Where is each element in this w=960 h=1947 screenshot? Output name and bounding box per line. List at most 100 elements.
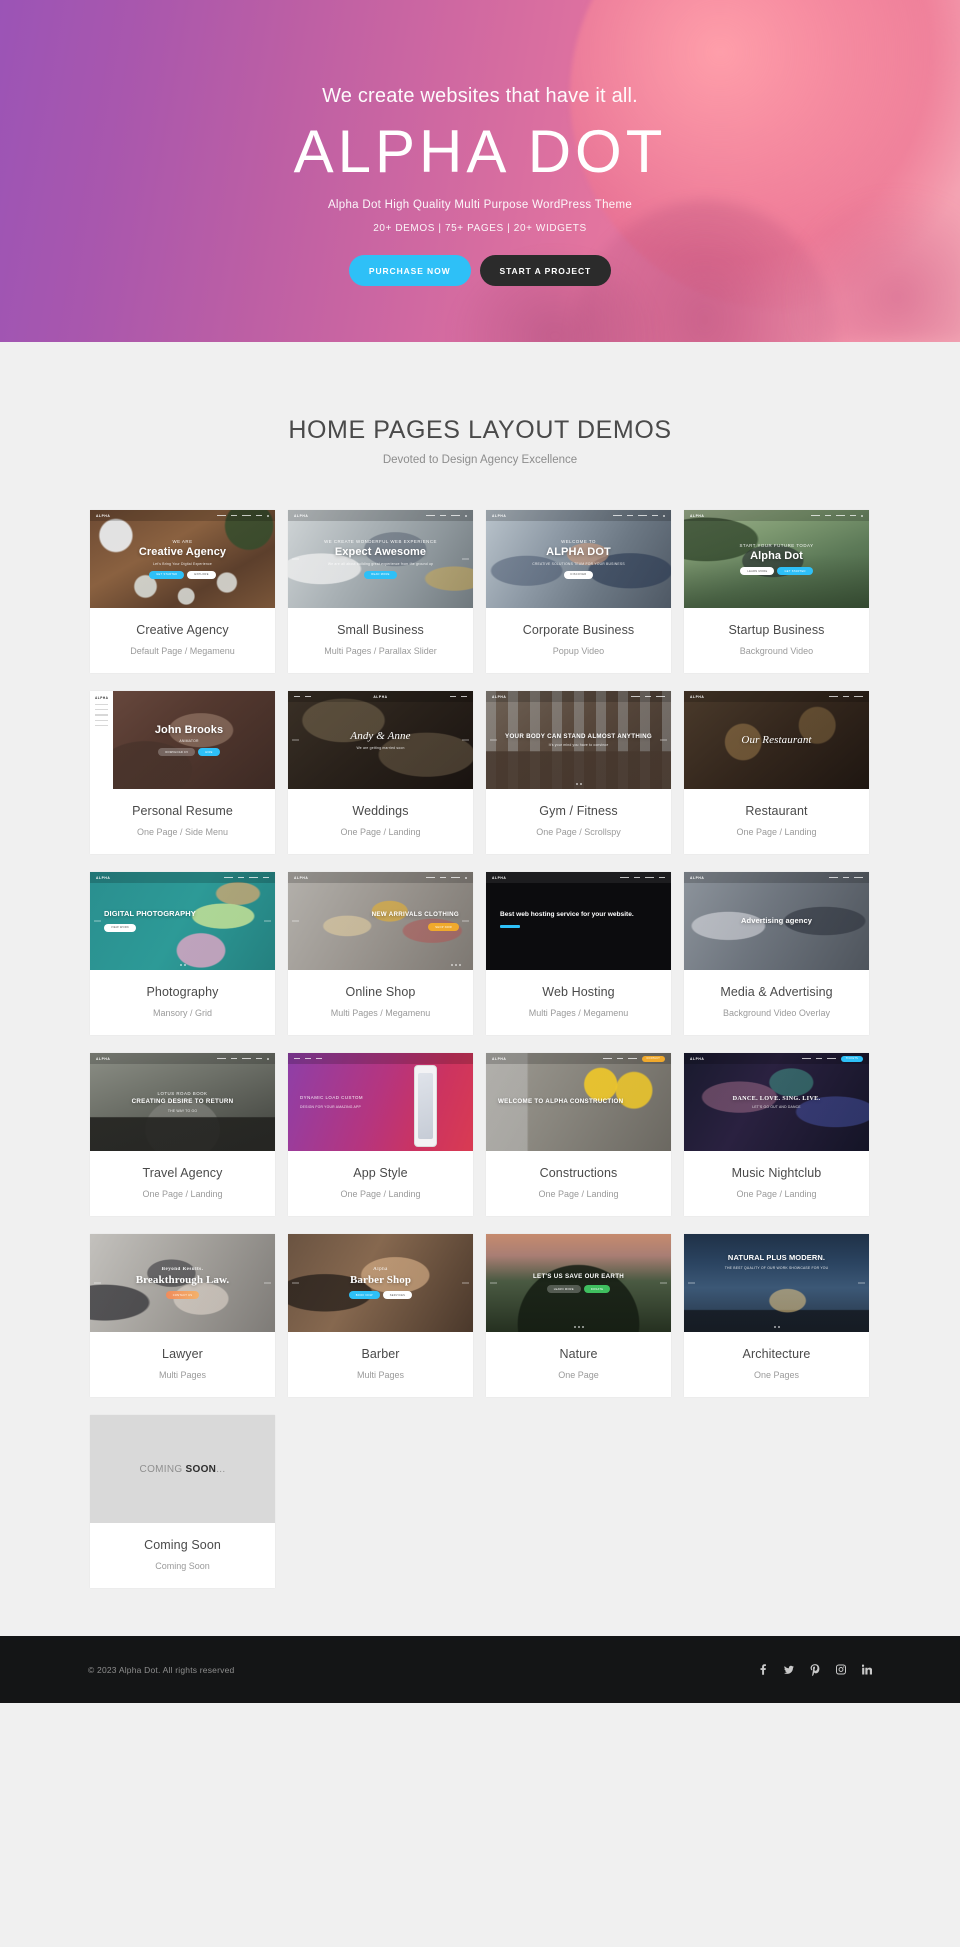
thumb-headline: DIGITAL PHOTOGRAPHY: [104, 909, 196, 919]
thumb-overlay: LOTUS ROAD BOOK CREATING DESIRE TO RETUR…: [90, 1053, 275, 1151]
demo-card-body: Photography Mansory / Grid: [90, 970, 275, 1035]
demo-thumbnail[interactable]: ALPHA NEW ARRIVALS CLOTHING SHOP NOW: [288, 872, 473, 970]
demo-card-corporate-business[interactable]: ALPHA WELCOME TO ALPHA DOT CREATIVE SOLU…: [486, 510, 671, 673]
demo-card-coming-soon[interactable]: COMING SOON... Coming Soon Coming Soon: [90, 1415, 275, 1588]
pinterest-icon[interactable]: [810, 1663, 820, 1676]
demo-subtitle: Default Page / Megamenu: [130, 646, 235, 656]
demo-card-creative-agency[interactable]: ALPHA We are Creative Agency Let's Bring…: [90, 510, 275, 673]
thumb-desc: Let's Bring Your Digital Experience: [153, 561, 212, 566]
mini-navbar: ALPHA CONTACT: [486, 1053, 671, 1064]
demo-card-photography[interactable]: ALPHA DIGITAL PHOTOGRAPHY VIEW WORK Phot…: [90, 872, 275, 1035]
thumb-overlay: LET'S US SAVE OUR EARTH LEARN MORE DONAT…: [486, 1234, 671, 1332]
thumb-buttons: GET STARTED EXPLORE: [149, 570, 216, 579]
demo-thumbnail[interactable]: Alpha Barber Shop BOOK NOW SERVICES: [288, 1234, 473, 1332]
demo-title: Personal Resume: [132, 804, 233, 818]
slider-dots[interactable]: [573, 1326, 584, 1328]
demo-card-barber[interactable]: Alpha Barber Shop BOOK NOW SERVICES Barb…: [288, 1234, 473, 1397]
slider-dots[interactable]: [451, 964, 461, 966]
demo-card-architecture[interactable]: NATURAL PLUS MODERN. THE BEST QUALITY OF…: [684, 1234, 869, 1397]
mini-logo: ALPHA: [95, 696, 109, 700]
thumb-overlay: YOUR BODY CAN STAND ALMOST ANYTHING It's…: [486, 691, 671, 789]
demo-subtitle: One Page / Landing: [538, 1189, 619, 1199]
demo-thumbnail[interactable]: LET'S US SAVE OUR EARTH LEARN MORE DONAT…: [486, 1234, 671, 1332]
phone-mockup: [414, 1065, 437, 1147]
demo-card-constructions[interactable]: ALPHA CONTACT WELCOME TO ALPHA CONSTRUCT…: [486, 1053, 671, 1216]
home-pages-layout-demos-section: HOME PAGES LAYOUT DEMOS Devoted to Desig…: [0, 342, 960, 1636]
mini-logo: ALPHA: [492, 1056, 507, 1061]
demo-title: Small Business: [337, 623, 424, 637]
thumb-headline: Advertising agency: [741, 915, 812, 925]
facebook-icon[interactable]: [758, 1664, 768, 1676]
demo-thumbnail[interactable]: ALPHA START YOUR FUTURE TODAY Alpha Dot …: [684, 510, 869, 608]
slider-dots[interactable]: [773, 1326, 780, 1328]
demo-thumbnail[interactable]: ALPHA CONTACT WELCOME TO ALPHA CONSTRUCT…: [486, 1053, 671, 1151]
demo-card-startup-business[interactable]: ALPHA START YOUR FUTURE TODAY Alpha Dot …: [684, 510, 869, 673]
thumb-kicker: WELCOME TO: [561, 539, 596, 545]
thumb-overlay: John Brooks ANIMATOR DOWNLOAD CV HIRE: [90, 691, 275, 789]
demo-card-body: Startup Business Background Video: [684, 608, 869, 673]
demo-thumbnail[interactable]: ALPHA We are Creative Agency Let's Bring…: [90, 510, 275, 608]
demo-thumbnail[interactable]: ALPHA Our Restaurant: [684, 691, 869, 789]
thumb-overlay: We create wonderful web experience Expec…: [288, 510, 473, 608]
purchase-now-button[interactable]: PURCHASE NOW: [348, 255, 471, 286]
demo-thumbnail[interactable]: ALPHA John Brooks ANIMATOR DOWNLOAD CV H…: [90, 691, 275, 789]
demo-thumbnail[interactable]: ALPHA TICKETS DANCE. LOVE. SING. LIVE. L…: [684, 1053, 869, 1151]
demo-thumbnail[interactable]: ALPHA Advertising agency: [684, 872, 869, 970]
mini-nav-links: [631, 695, 665, 698]
instagram-icon[interactable]: [836, 1664, 846, 1676]
mini-menu-line: [95, 714, 108, 716]
thumb-overlay: Alpha Barber Shop BOOK NOW SERVICES: [288, 1234, 473, 1332]
demo-card-music-nightclub[interactable]: ALPHA TICKETS DANCE. LOVE. SING. LIVE. L…: [684, 1053, 869, 1216]
demo-thumbnail[interactable]: ALPHA DIGITAL PHOTOGRAPHY VIEW WORK: [90, 872, 275, 970]
hero-banner: We create websites that have it all. ALP…: [0, 0, 960, 342]
demo-card-body: Gym / Fitness One Page / Scrollspy: [486, 789, 671, 854]
thumb-kicker: Beyond Results.: [161, 1266, 204, 1272]
demo-thumbnail[interactable]: ALPHA WELCOME TO ALPHA DOT CREATIVE SOLU…: [486, 510, 671, 608]
demo-card-media-advertising[interactable]: ALPHA Advertising agency Media & Adverti…: [684, 872, 869, 1035]
thumb-overlay: Andy & Anne We are getting married soon: [288, 691, 473, 789]
thumb-buttons: VIEW WORK: [104, 923, 137, 932]
demo-card-small-business[interactable]: ALPHA We create wonderful web experience…: [288, 510, 473, 673]
demo-thumbnail[interactable]: ALPHA YOUR BODY CAN STAND ALMOST ANYTHIN…: [486, 691, 671, 789]
demo-card-gym-fitness[interactable]: ALPHA YOUR BODY CAN STAND ALMOST ANYTHIN…: [486, 691, 671, 854]
slider-dots[interactable]: [575, 783, 582, 785]
thumb-buttons: DOWNLOAD CV HIRE: [158, 748, 220, 757]
demo-card-app-style[interactable]: DYNAMIC LOAD CUSTOM DESIGN FOR YOUR AMAZ…: [288, 1053, 473, 1216]
thumb-button-secondary: LEARN MORE: [546, 1285, 581, 1294]
demo-thumbnail[interactable]: ALPHA Andy & Anne We are getting married…: [288, 691, 473, 789]
demo-card-body: Lawyer Multi Pages: [90, 1332, 275, 1397]
thumb-overlay: Advertising agency: [684, 872, 869, 970]
demo-subtitle: One Page / Side Menu: [136, 827, 229, 837]
demo-title: Startup Business: [728, 623, 825, 637]
thumb-overlay: COMING SOON...: [90, 1415, 275, 1523]
demo-card-web-hosting[interactable]: ALPHA Best web hosting service for your …: [486, 872, 671, 1035]
demo-thumbnail[interactable]: ALPHA Best web hosting service for your …: [486, 872, 671, 970]
demo-thumbnail[interactable]: DYNAMIC LOAD CUSTOM DESIGN FOR YOUR AMAZ…: [288, 1053, 473, 1151]
demo-thumbnail[interactable]: ALPHA We create wonderful web experience…: [288, 510, 473, 608]
demo-card-nature[interactable]: LET'S US SAVE OUR EARTH LEARN MORE DONAT…: [486, 1234, 671, 1397]
demo-card-online-shop[interactable]: ALPHA NEW ARRIVALS CLOTHING SHOP NOW Onl…: [288, 872, 473, 1035]
mini-navbar: ALPHA: [90, 872, 275, 883]
mini-cta-button: CONTACT: [641, 1055, 665, 1062]
demo-title: Lawyer: [162, 1347, 203, 1361]
demo-card-personal-resume[interactable]: ALPHA John Brooks ANIMATOR DOWNLOAD CV H…: [90, 691, 275, 854]
slider-dots[interactable]: [179, 964, 186, 966]
demo-card-body: App Style One Page / Landing: [288, 1151, 473, 1216]
thumb-headline: Andy & Anne: [350, 730, 411, 743]
twitter-icon[interactable]: [784, 1664, 794, 1676]
linkedin-icon[interactable]: [862, 1664, 872, 1676]
demo-thumbnail[interactable]: NATURAL PLUS MODERN. THE BEST QUALITY OF…: [684, 1234, 869, 1332]
mini-cta-button: TICKETS: [840, 1055, 863, 1062]
demo-title: Creative Agency: [136, 623, 229, 637]
thumb-button-primary: GET STARTED: [777, 567, 813, 576]
demo-card-lawyer[interactable]: Beyond Results. Breakthrough Law. CONTAC…: [90, 1234, 275, 1397]
demo-card-body: Creative Agency Default Page / Megamenu: [90, 608, 275, 673]
mini-logo: ALPHA: [294, 513, 309, 518]
demo-card-weddings[interactable]: ALPHA Andy & Anne We are getting married…: [288, 691, 473, 854]
demo-card-travel-agency[interactable]: ALPHA LOTUS ROAD BOOK CREATING DESIRE TO…: [90, 1053, 275, 1216]
demo-card-restaurant[interactable]: ALPHA Our Restaurant Restaurant One Page…: [684, 691, 869, 854]
thumb-button-secondary: LEARN MORE: [740, 567, 775, 576]
start-a-project-button[interactable]: START A PROJECT: [479, 255, 612, 286]
demo-thumbnail[interactable]: Beyond Results. Breakthrough Law. CONTAC…: [90, 1234, 275, 1332]
demo-thumbnail[interactable]: ALPHA LOTUS ROAD BOOK CREATING DESIRE TO…: [90, 1053, 275, 1151]
